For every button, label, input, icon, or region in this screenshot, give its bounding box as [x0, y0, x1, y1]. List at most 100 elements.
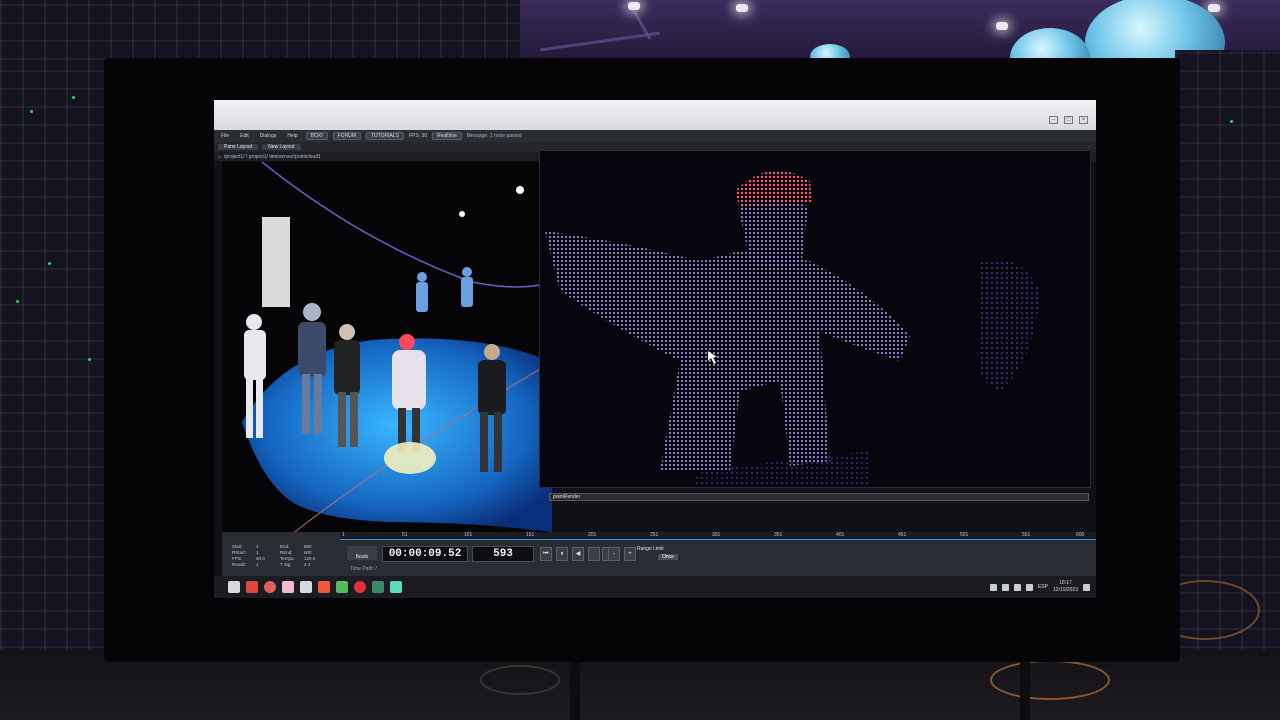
ruler-tick: 201: [588, 532, 597, 538]
stat-value[interactable]: 1: [256, 562, 280, 567]
ruler-tick: 1: [342, 532, 345, 538]
light-point: [516, 186, 524, 194]
menu-bar: File Edit Dialogs Help BOXI FORUM TUTORI…: [214, 130, 1096, 142]
menu-help[interactable]: Help: [284, 133, 300, 139]
fps-readout: FPS: 30: [408, 133, 428, 139]
battery-icon[interactable]: [1025, 583, 1033, 591]
app-icon[interactable]: [336, 581, 348, 593]
notification-icon[interactable]: [1083, 583, 1090, 591]
os-taskbar: ESP 18:17 12/10/2023: [214, 576, 1096, 598]
person-figure: [416, 267, 473, 312]
app-icon[interactable]: [354, 581, 366, 593]
start-icon[interactable]: [228, 581, 240, 593]
stat-label: T Sig:: [280, 562, 292, 567]
network-path[interactable]: /project1/ / project1/ timesensor/pointc…: [224, 154, 321, 160]
stat-label: Resolt:: [232, 562, 247, 567]
menu-file[interactable]: File: [218, 133, 232, 139]
app-icon[interactable]: [300, 581, 312, 593]
led-dot: [1230, 120, 1233, 123]
pause-button[interactable]: ⏸: [556, 547, 568, 561]
stat-label: REnd:: [280, 550, 293, 555]
tab-pane-layout[interactable]: Pane Layout: [218, 144, 259, 150]
tutorials-button[interactable]: TUTORIALS: [365, 132, 404, 140]
ceiling-spotlight: [736, 4, 748, 12]
timeline-ruler[interactable]: 1 51 101 151 201 251 301 351 401 451 501…: [340, 532, 1096, 540]
stat-label: RStart:: [232, 550, 247, 555]
app-icon[interactable]: [246, 581, 258, 593]
decrease-button[interactable]: -: [608, 547, 620, 561]
pointcloud-crowd-viewport[interactable]: [222, 162, 552, 542]
timecode-display[interactable]: 00:00:09.52: [382, 546, 468, 562]
led-dot: [88, 358, 91, 361]
ruler-tick: 451: [898, 532, 907, 538]
app-icon[interactable]: [318, 581, 330, 593]
ceiling-spotlight: [1208, 4, 1220, 12]
chevron-up-icon[interactable]: [989, 583, 997, 591]
pointcloud-crowd-render: [242, 162, 552, 542]
realtime-toggle[interactable]: Realtime: [432, 132, 462, 140]
clock-date: 12/10/2023: [1052, 587, 1078, 593]
led-dot: [16, 300, 19, 303]
led-dot: [48, 262, 51, 265]
ruler-tick: 101: [464, 532, 473, 538]
ruler-tick: 501: [960, 532, 969, 538]
increase-button[interactable]: +: [624, 547, 636, 561]
step-back-button[interactable]: ◀: [572, 547, 584, 561]
menu-dialogs[interactable]: Dialogs: [257, 133, 280, 139]
system-tray: ESP 18:17 12/10/2023: [989, 580, 1090, 594]
pointcloud-closeup-viewport[interactable]: [539, 150, 1091, 488]
ruler-tick: 151: [526, 532, 535, 538]
timeline-panel: Start: 1 End: 600 RStart: 1 REnd: 600 FP…: [222, 532, 1096, 576]
minimize-icon[interactable]: –: [1049, 116, 1058, 124]
wall-pointcloud: [262, 217, 290, 307]
window-controls: – □ ×: [1049, 116, 1088, 124]
body-pointcloud: [545, 231, 910, 471]
frame-display[interactable]: 593: [472, 546, 534, 562]
stat-value[interactable]: 1: [256, 550, 280, 555]
network-icon[interactable]: [1001, 583, 1009, 591]
stat-value[interactable]: 600: [304, 544, 328, 549]
rewind-button[interactable]: ⏮: [540, 547, 552, 561]
step-forward-button[interactable]: [588, 547, 600, 561]
led-wall-top-left: [0, 0, 520, 60]
stat-value[interactable]: 60.0: [256, 556, 280, 561]
stat-value[interactable]: 4 4: [304, 562, 328, 567]
floor-cable: [990, 660, 1110, 700]
ruler-tick: 51: [402, 532, 408, 538]
led-dot: [72, 96, 75, 99]
status-message: Message: 1 node pasted: [466, 133, 522, 139]
app-icon[interactable]: [372, 581, 384, 593]
led-dot: [30, 110, 33, 113]
forum-button[interactable]: FORUM: [332, 132, 361, 140]
stat-label: Start:: [232, 544, 243, 549]
stat-value[interactable]: 1: [256, 544, 280, 549]
language-indicator[interactable]: ESP: [1038, 584, 1048, 590]
ruler-tick: 351: [774, 532, 783, 538]
camera-arc-line: [261, 162, 552, 288]
boxi-button[interactable]: BOXI: [305, 132, 328, 140]
ruler-tick: 401: [836, 532, 845, 538]
once-toggle[interactable]: Once: [658, 554, 678, 560]
close-icon[interactable]: ×: [1079, 116, 1088, 124]
stat-value[interactable]: 120.0: [304, 556, 328, 561]
taskbar-clock[interactable]: 18:17 12/10/2023: [1053, 580, 1078, 594]
stat-label: End:: [280, 544, 290, 549]
pointcloud-closeup-render: [545, 170, 1040, 487]
play-mode-button[interactable]: Beats: [347, 546, 377, 560]
monitor-stand: [1020, 655, 1030, 720]
app-icon[interactable]: [390, 581, 402, 593]
app-icon[interactable]: [282, 581, 294, 593]
speaker-icon[interactable]: [1013, 583, 1021, 591]
viewer-operator-label: pointRender: [549, 493, 1089, 501]
tab-new-layout[interactable]: New Layout: [262, 144, 301, 150]
menu-edit[interactable]: Edit: [237, 133, 252, 139]
monitor-screen: – □ × File Edit Dialogs Help BOXI FORUM …: [214, 100, 1096, 598]
stat-value[interactable]: 600: [304, 550, 328, 555]
floor-highlight: [384, 442, 436, 474]
floor-cable: [480, 665, 560, 695]
light-point: [459, 211, 465, 217]
app-icon[interactable]: [264, 581, 276, 593]
window-titlebar: – □ ×: [214, 100, 1096, 130]
home-icon[interactable]: ⌂: [218, 154, 221, 160]
maximize-icon[interactable]: □: [1064, 116, 1073, 124]
